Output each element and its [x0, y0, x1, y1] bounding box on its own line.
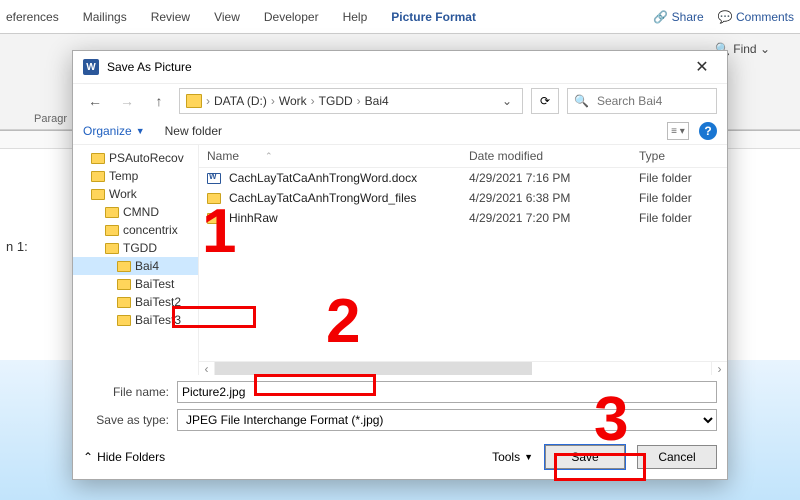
- close-icon[interactable]: ✕: [687, 57, 717, 77]
- tree-node-work[interactable]: Work: [73, 185, 198, 203]
- nav-up-icon[interactable]: ↑: [147, 89, 171, 113]
- folder-icon: [117, 261, 131, 272]
- save-type-select[interactable]: JPEG File Interchange Format (*.jpg): [177, 409, 717, 431]
- nav-forward-icon[interactable]: →: [115, 89, 139, 113]
- chevron-down-icon[interactable]: ⌄: [498, 94, 516, 108]
- tree-node-bai4[interactable]: Bai4: [73, 257, 198, 275]
- tree-node-baitest3[interactable]: BaiTest3: [73, 311, 198, 329]
- list-item[interactable]: CachLayTatCaAnhTrongWord_files4/29/2021 …: [199, 188, 727, 208]
- tree-node-temp[interactable]: Temp: [73, 167, 198, 185]
- cancel-button[interactable]: Cancel: [637, 445, 717, 469]
- list-item[interactable]: CachLayTatCaAnhTrongWord.docx4/29/2021 7…: [199, 168, 727, 188]
- tab-view[interactable]: View: [214, 10, 240, 24]
- folder-icon: [91, 153, 105, 164]
- organize-menu[interactable]: Organize ▼: [83, 124, 145, 138]
- nav-back-icon[interactable]: ←: [83, 89, 107, 113]
- folder-icon: [117, 279, 131, 290]
- crumb-bai4[interactable]: Bai4: [365, 94, 389, 108]
- document-icon: [207, 173, 221, 184]
- tools-menu[interactable]: Tools ▼: [492, 450, 533, 464]
- tree-node-concentrix[interactable]: concentrix: [73, 221, 198, 239]
- hide-folders-toggle[interactable]: ⌃ Hide Folders: [83, 450, 165, 464]
- help-icon[interactable]: ?: [699, 122, 717, 140]
- col-date[interactable]: Date modified: [469, 149, 639, 163]
- folder-icon: [186, 94, 202, 108]
- group-paragraph: Paragr: [34, 113, 67, 125]
- list-header[interactable]: Name ⌃ Date modified Type: [199, 145, 727, 168]
- folder-icon: [117, 297, 131, 308]
- sort-asc-icon[interactable]: ⌃: [265, 151, 273, 162]
- tree-node-baitest[interactable]: BaiTest: [73, 275, 198, 293]
- folder-icon: [117, 315, 131, 326]
- refresh-icon[interactable]: ⟳: [531, 88, 559, 114]
- chevron-up-icon: ⌃: [83, 450, 93, 464]
- word-icon: W: [83, 59, 99, 75]
- tree-node-tgdd[interactable]: TGDD: [73, 239, 198, 257]
- tab-picture-format[interactable]: Picture Format: [391, 10, 476, 24]
- search-field[interactable]: 🔍: [567, 88, 717, 114]
- dialog-title: Save As Picture: [107, 60, 192, 74]
- file-name-input[interactable]: [177, 381, 717, 403]
- folder-icon: [91, 171, 105, 182]
- comments-button[interactable]: 💬 Comments: [718, 10, 794, 24]
- save-type-label: Save as type:: [83, 413, 169, 427]
- save-button[interactable]: Save: [545, 445, 625, 469]
- address-bar[interactable]: ›DATA (D:) ›Work ›TGDD ›Bai4 ⌄: [179, 88, 523, 114]
- folder-icon: [91, 189, 105, 200]
- col-type[interactable]: Type: [639, 149, 719, 163]
- new-folder-button[interactable]: New folder: [165, 124, 222, 138]
- tree-node-baitest2[interactable]: BaiTest2: [73, 293, 198, 311]
- tab-developer[interactable]: Developer: [264, 10, 319, 24]
- col-name[interactable]: Name: [207, 149, 239, 163]
- tab-help[interactable]: Help: [343, 10, 368, 24]
- tree-node-cmnd[interactable]: CMND: [73, 203, 198, 221]
- tab-review[interactable]: Review: [151, 10, 190, 24]
- crumb-work[interactable]: Work: [279, 94, 307, 108]
- folder-icon: [105, 207, 119, 218]
- search-icon: 🔍: [574, 94, 589, 108]
- folder-icon: [207, 193, 221, 204]
- folder-tree[interactable]: PSAutoRecovTempWorkCMNDconcentrixTGDDBai…: [73, 145, 199, 375]
- file-list: Name ⌃ Date modified Type CachLayTatCaAn…: [199, 145, 727, 375]
- tab-references[interactable]: eferences: [6, 10, 59, 24]
- crumb-tgdd[interactable]: TGDD: [319, 94, 353, 108]
- share-button[interactable]: 🔗 Share: [653, 10, 703, 24]
- save-as-picture-dialog: W Save As Picture ✕ ← → ↑ ›DATA (D:) ›Wo…: [72, 50, 728, 480]
- doc-text: n 1:: [6, 239, 28, 254]
- file-name-label: File name:: [83, 385, 169, 399]
- tree-node-psautorecov[interactable]: PSAutoRecov: [73, 149, 198, 167]
- view-mode-icon[interactable]: ≡ ▾: [667, 122, 689, 140]
- folder-icon: [207, 213, 221, 224]
- tab-mailings[interactable]: Mailings: [83, 10, 127, 24]
- crumb-drive[interactable]: DATA (D:): [214, 94, 267, 108]
- folder-icon: [105, 243, 119, 254]
- horizontal-scrollbar[interactable]: ‹ ›: [199, 361, 727, 375]
- search-input[interactable]: [595, 93, 710, 109]
- list-item[interactable]: HinhRaw4/29/2021 7:20 PMFile folder: [199, 208, 727, 228]
- folder-icon: [105, 225, 119, 236]
- word-ribbon: eferences Mailings Review View Developer…: [0, 0, 800, 34]
